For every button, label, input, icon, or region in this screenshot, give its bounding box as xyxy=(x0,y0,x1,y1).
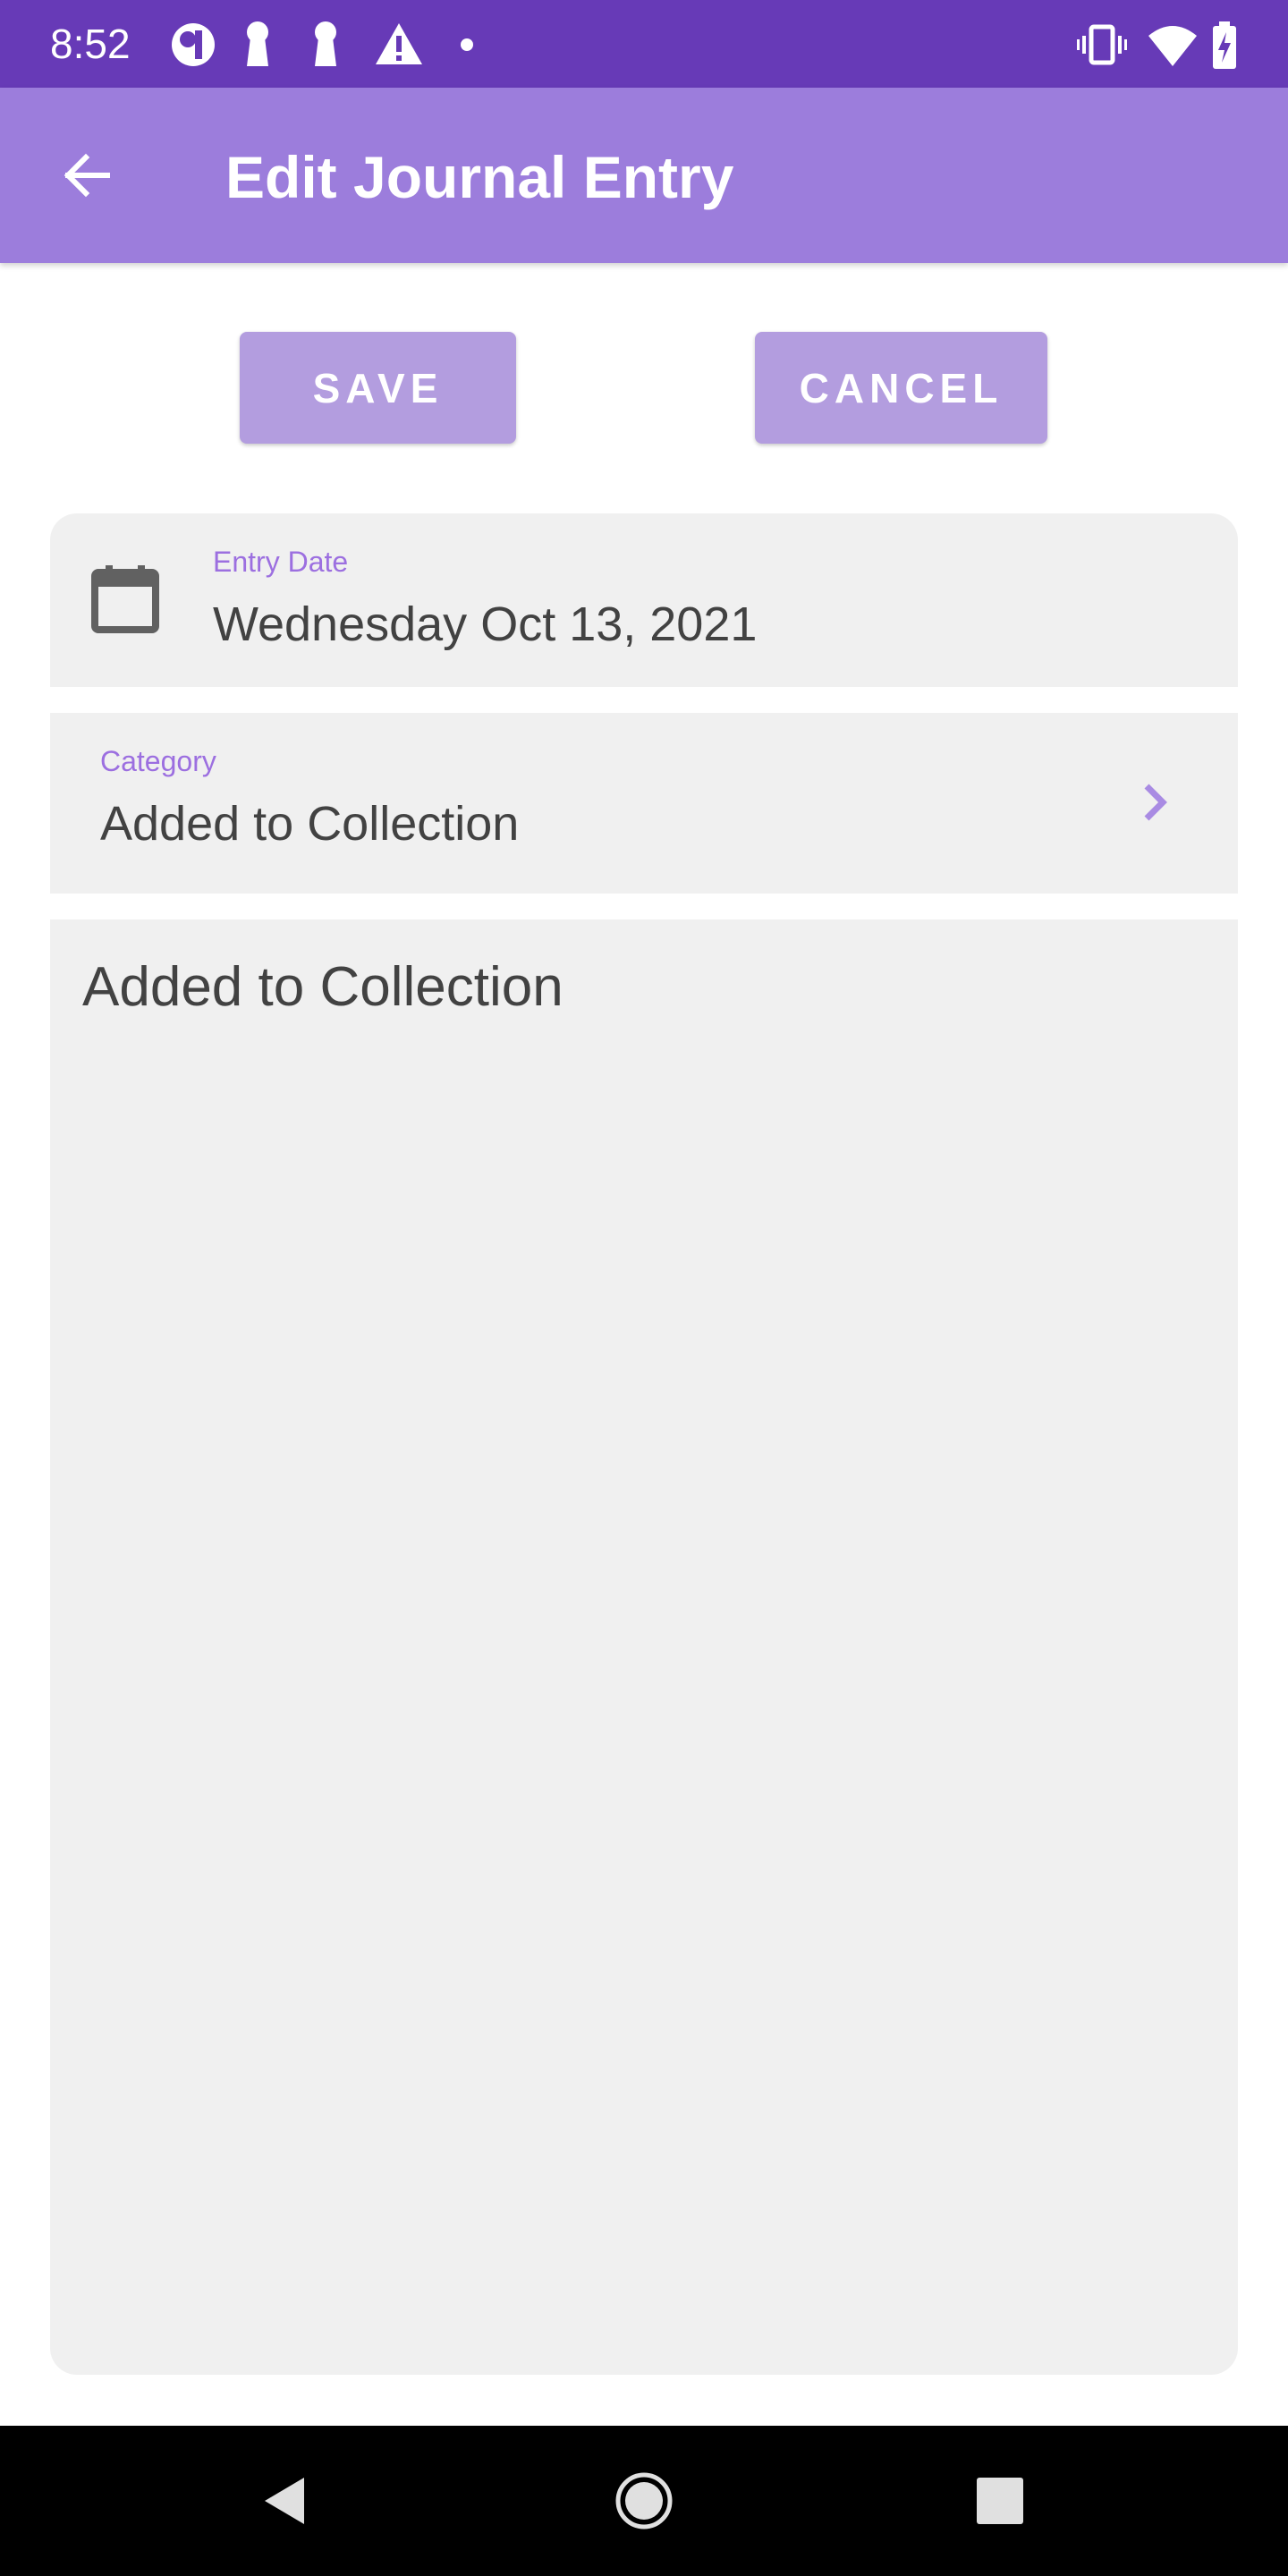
warning-icon xyxy=(376,23,422,64)
chevron-right-icon xyxy=(1144,784,1167,821)
notes-textarea[interactable]: Added to Collection xyxy=(50,919,1238,2375)
wifi-icon xyxy=(1148,26,1197,66)
system-nav-bar xyxy=(0,2426,1288,2576)
back-triangle-icon xyxy=(265,2478,304,2524)
nav-home-button[interactable] xyxy=(608,2465,680,2537)
vibrate-icon xyxy=(1077,24,1127,65)
status-icons-right xyxy=(1077,18,1238,72)
nav-back-button[interactable] xyxy=(249,2465,320,2537)
entry-date-value: Wednesday Oct 13, 2021 xyxy=(213,597,758,651)
category-value: Added to Collection xyxy=(100,797,520,851)
entry-date-label: Entry Date xyxy=(213,546,349,578)
cancel-button[interactable]: CANCEL xyxy=(755,332,1047,444)
calendar-icon xyxy=(91,565,159,633)
page-title: Edit Journal Entry xyxy=(225,144,734,210)
status-bar: 8:52 xyxy=(0,0,1288,88)
entry-date-field[interactable]: Entry Date Wednesday Oct 13, 2021 xyxy=(50,513,1238,687)
keyhole-icon xyxy=(315,21,336,66)
app-notification-icon xyxy=(172,23,215,66)
status-time: 8:52 xyxy=(50,21,131,67)
arrow-back-icon xyxy=(64,153,110,198)
notes-text: Added to Collection xyxy=(82,956,564,1018)
recents-square-icon xyxy=(977,2478,1023,2524)
category-label: Category xyxy=(100,745,216,777)
app-bar: Edit Journal Entry xyxy=(0,88,1288,263)
dot-icon xyxy=(461,38,473,51)
back-button[interactable] xyxy=(47,134,129,216)
save-button[interactable]: SAVE xyxy=(240,332,516,444)
nav-recents-button[interactable] xyxy=(964,2465,1036,2537)
category-field[interactable]: Category Added to Collection xyxy=(50,713,1238,894)
keyhole-icon xyxy=(247,21,268,66)
battery-charging-icon xyxy=(1213,21,1236,69)
home-circle-icon xyxy=(615,2472,673,2529)
